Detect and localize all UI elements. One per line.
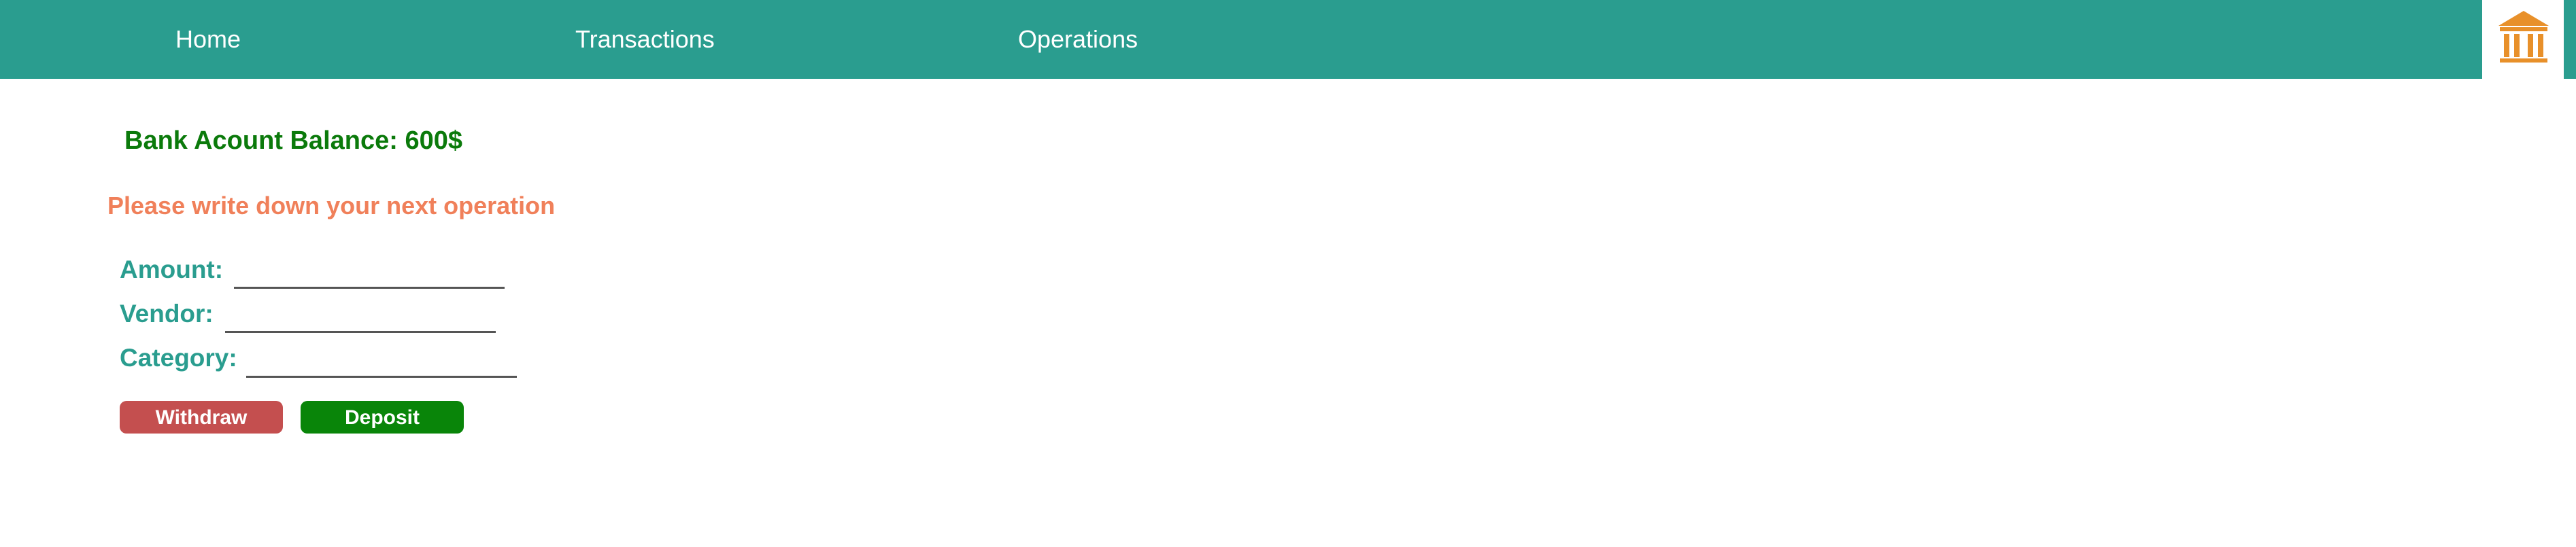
nav-link-operations[interactable]: Operations — [1018, 0, 1138, 79]
category-input[interactable] — [246, 346, 517, 378]
account-balance: Bank Acount Balance: 600$ — [124, 126, 462, 155]
deposit-button[interactable]: Deposit — [301, 401, 464, 434]
amount-input[interactable] — [234, 257, 505, 289]
amount-label: Amount: — [120, 255, 224, 283]
top-navbar: Home Transactions Operations — [0, 0, 2576, 79]
operation-prompt: Please write down your next operation — [107, 192, 556, 219]
withdraw-button[interactable]: Withdraw — [120, 401, 283, 434]
nav-link-transactions[interactable]: Transactions — [575, 0, 715, 79]
nav-link-home[interactable]: Home — [175, 0, 241, 79]
logo-container[interactable] — [2482, 0, 2564, 79]
category-label: Category: — [120, 344, 237, 372]
vendor-input[interactable] — [225, 301, 496, 333]
bank-building-icon — [2498, 11, 2549, 63]
vendor-label: Vendor: — [120, 300, 214, 328]
